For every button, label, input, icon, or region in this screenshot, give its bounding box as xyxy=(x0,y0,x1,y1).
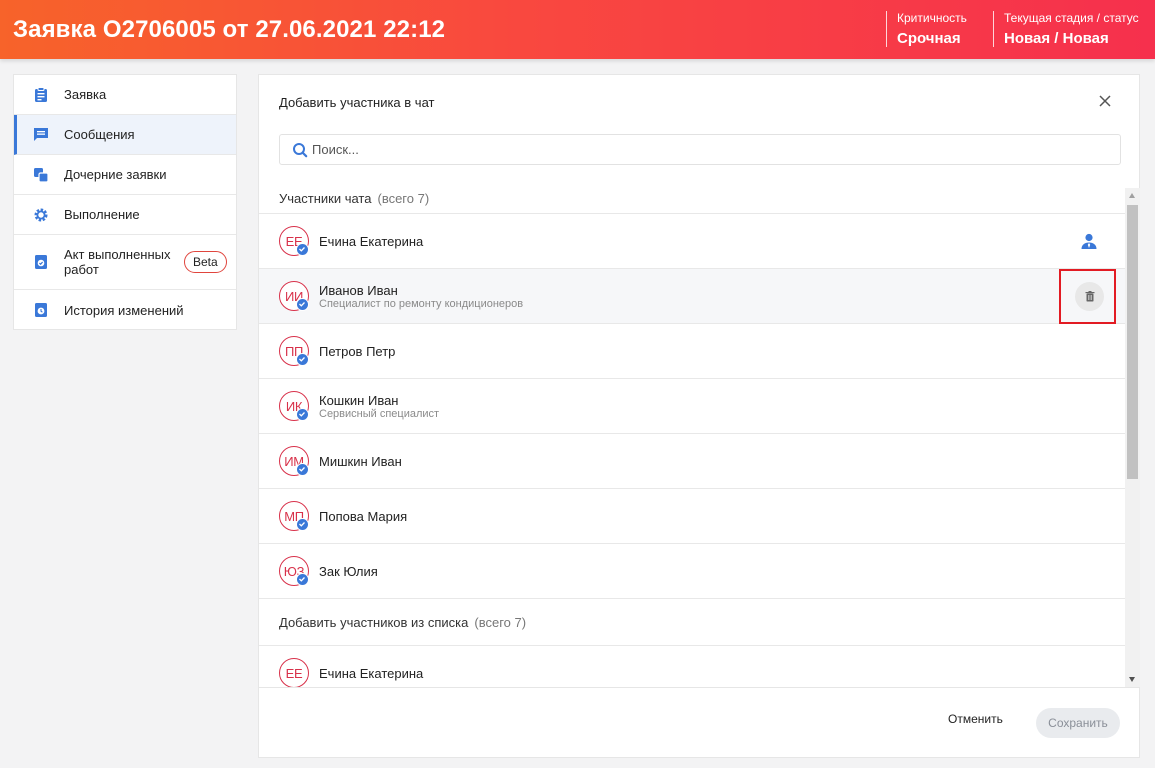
sidebar-item-label: История изменений xyxy=(64,302,184,318)
sidebar-item-request[interactable]: Заявка xyxy=(14,75,236,115)
participant-row[interactable]: ПП Петров Петр xyxy=(259,324,1125,379)
sidebar-item-act[interactable]: Акт выполненных работ Beta xyxy=(14,235,236,290)
candidate-row[interactable]: ЕЕ Ечина Екатерина xyxy=(259,646,1125,687)
criticality-value: Срочная xyxy=(897,30,961,47)
check-badge-icon xyxy=(296,463,309,476)
page-header: Заявка O2706005 от 27.06.2021 22:12 Крит… xyxy=(0,0,1155,59)
sidebar-item-label: Заявка xyxy=(64,87,107,102)
participant-name: Иванов Иван xyxy=(319,283,398,298)
criticality-label: Критичность xyxy=(897,11,967,25)
history-icon xyxy=(35,303,47,317)
scrollbar[interactable] xyxy=(1125,188,1140,687)
participant-row[interactable]: МП Попова Мария xyxy=(259,489,1125,544)
page-title: Заявка O2706005 от 27.06.2021 22:12 xyxy=(13,16,446,43)
child-requests-icon xyxy=(34,167,49,183)
search-box xyxy=(279,134,1121,165)
candidate-name: Ечина Екатерина xyxy=(319,666,424,681)
add-header-label: Добавить участников из списка xyxy=(279,614,469,630)
sidebar-item-label: Сообщения xyxy=(64,127,135,142)
cancel-button[interactable]: Отменить xyxy=(948,712,1003,726)
participant-row[interactable]: ИМ Мишкин Иван xyxy=(259,434,1125,489)
participant-name: Ечина Екатерина xyxy=(319,234,424,249)
act-icon xyxy=(35,255,47,269)
participant-row[interactable]: ЮЗ Зак Юлия xyxy=(259,544,1125,599)
dialog-title: Добавить участника в чат xyxy=(279,95,435,110)
avatar: ЕЕ xyxy=(279,658,309,687)
participant-row[interactable]: ЕЕ Ечина Екатерина xyxy=(259,214,1125,269)
scroll-up-icon[interactable] xyxy=(1129,193,1135,198)
participant-role: Специалист по ремонту кондиционеров xyxy=(319,298,524,310)
sidebar-item-label: Выполнение xyxy=(64,207,140,222)
participant-row[interactable]: ИК Кошкин Иван Сервисный специалист xyxy=(259,379,1125,434)
search-input[interactable] xyxy=(312,135,1102,164)
gear-icon xyxy=(34,208,48,221)
highlight-box xyxy=(1059,269,1116,324)
participant-name: Мишкин Иван xyxy=(319,454,402,469)
check-badge-icon xyxy=(296,408,309,421)
participants-list: Участники чата (всего 7) ЕЕ Ечина Екатер… xyxy=(259,183,1125,687)
participants-count: (всего 7) xyxy=(377,190,430,206)
sidebar-item-history[interactable]: История изменений xyxy=(14,290,236,330)
message-icon xyxy=(34,127,48,141)
participant-role: Сервисный специалист xyxy=(319,408,440,420)
remove-participant-button[interactable] xyxy=(1075,282,1104,311)
add-from-list-header: Добавить участников из списка (всего 7) xyxy=(259,599,1125,646)
participant-name: Попова Мария xyxy=(319,509,408,524)
check-badge-icon xyxy=(296,573,309,586)
beta-badge: Beta xyxy=(184,251,227,273)
trash-icon xyxy=(1085,291,1094,302)
sidebar-item-child-requests[interactable]: Дочерние заявки xyxy=(14,155,236,195)
clipboard-icon xyxy=(35,86,47,102)
check-badge-icon xyxy=(296,298,309,311)
criticality-block: Критичность Срочная xyxy=(886,11,967,47)
sidebar: Заявка Сообщения Дочерние заявки Выполне… xyxy=(13,74,237,330)
add-participant-dialog: Добавить участника в чат Участники чата … xyxy=(258,74,1140,758)
participants-header: Участники чата (всего 7) xyxy=(259,183,1125,214)
add-count: (всего 7) xyxy=(474,614,527,630)
dialog-footer: Отменить Сохранить xyxy=(259,687,1139,757)
scroll-thumb[interactable] xyxy=(1127,205,1138,479)
stage-value: Новая / Новая xyxy=(1004,30,1109,47)
participant-row[interactable]: ИИ Иванов Иван Специалист по ремонту кон… xyxy=(259,269,1125,324)
participants-header-label: Участники чата xyxy=(279,190,372,206)
sidebar-item-execution[interactable]: Выполнение xyxy=(14,195,236,235)
sidebar-item-label: Акт выполненных работ xyxy=(64,247,171,277)
participant-name: Кошкин Иван xyxy=(319,393,399,408)
admin-user-icon xyxy=(1081,233,1097,249)
save-button[interactable]: Сохранить xyxy=(1036,708,1120,738)
stage-block: Текущая стадия / статус Новая / Новая xyxy=(993,11,1139,47)
check-badge-icon xyxy=(296,353,309,366)
check-badge-icon xyxy=(296,243,309,256)
close-icon[interactable] xyxy=(1098,94,1112,108)
stage-label: Текущая стадия / статус xyxy=(1004,11,1139,25)
check-badge-icon xyxy=(296,518,309,531)
scroll-down-icon[interactable] xyxy=(1129,677,1135,682)
search-icon xyxy=(293,143,308,158)
sidebar-item-label: Дочерние заявки xyxy=(64,167,167,182)
participant-name: Зак Юлия xyxy=(319,564,378,579)
participant-name: Петров Петр xyxy=(319,344,396,359)
sidebar-item-messages[interactable]: Сообщения xyxy=(14,115,236,155)
